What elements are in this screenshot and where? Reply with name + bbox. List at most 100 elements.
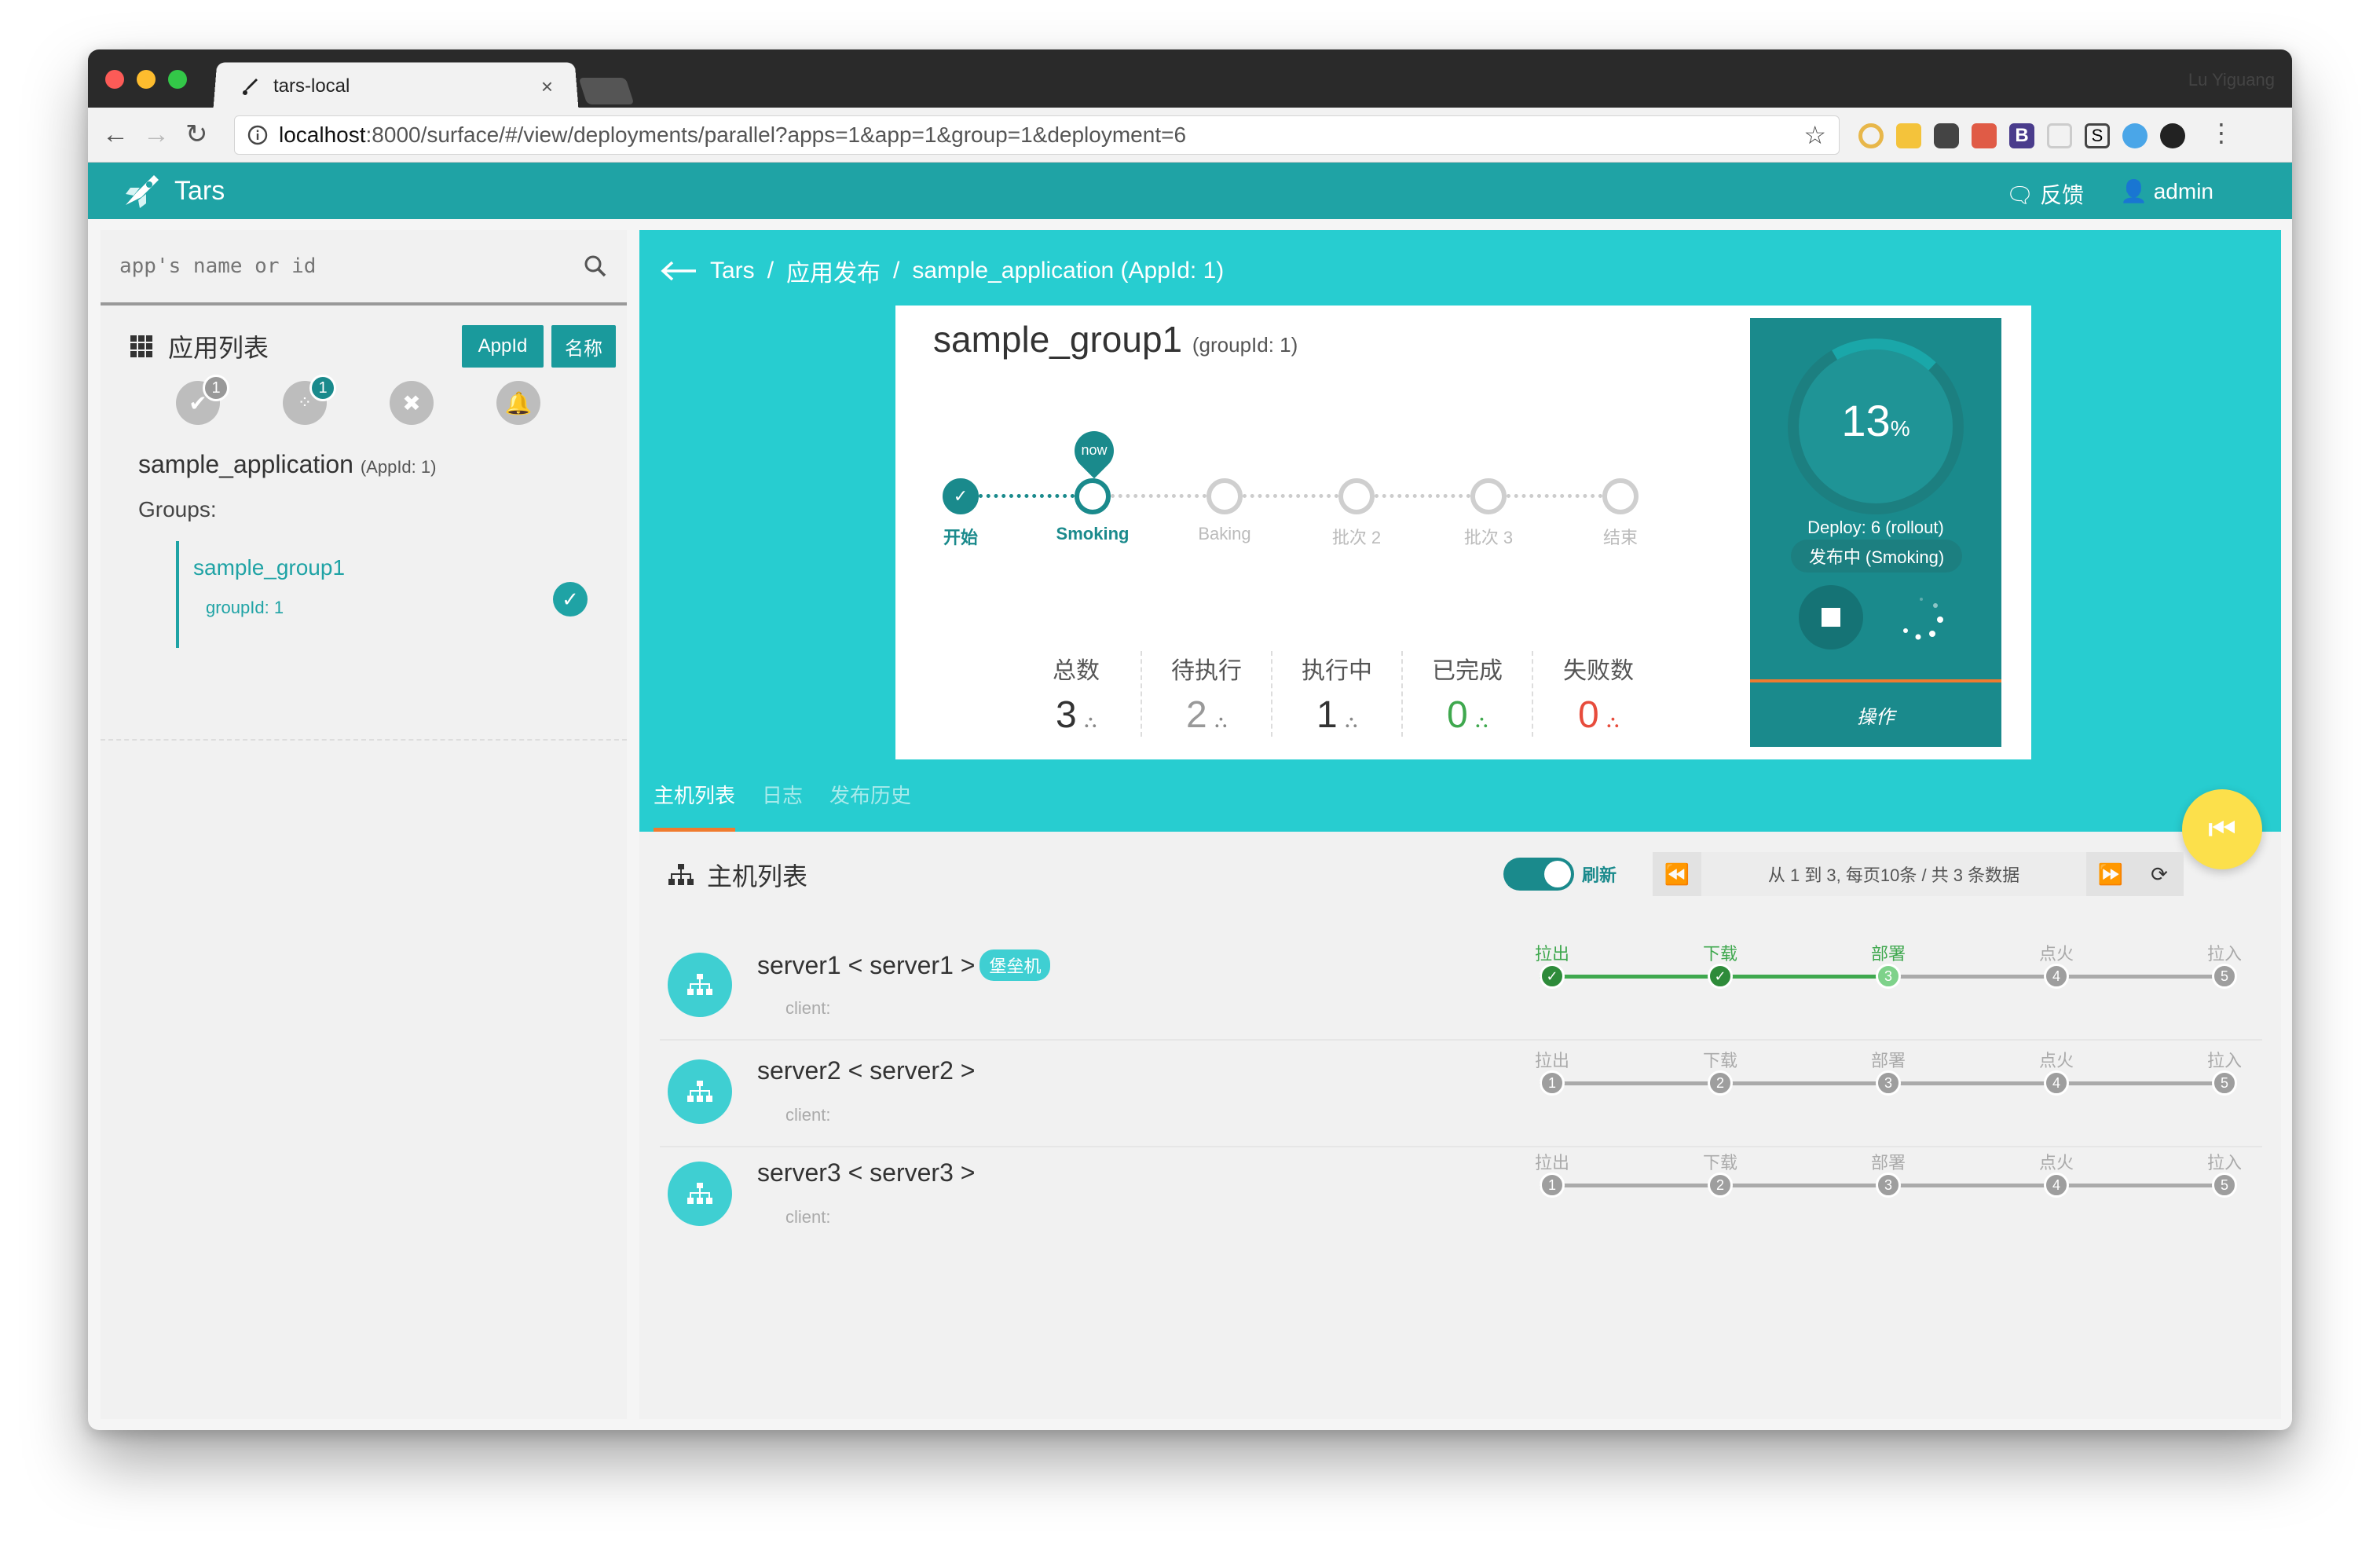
stage-node[interactable]: 1: [1540, 1070, 1565, 1096]
app-entry[interactable]: sample_application (AppId: 1): [138, 450, 436, 479]
refresh-icon: ⟳: [2151, 862, 2168, 886]
browser-tab[interactable]: tars-local ×: [223, 65, 569, 108]
extension-note-icon[interactable]: [1896, 123, 1921, 148]
stage-node[interactable]: 2: [1708, 1173, 1733, 1198]
auto-refresh-toggle[interactable]: [1503, 858, 1574, 891]
stage-node[interactable]: 5: [2212, 1070, 2237, 1096]
reload-list-button[interactable]: ⟳: [2135, 852, 2184, 896]
step-label: 批次 3: [1463, 528, 1514, 547]
stage-node[interactable]: 5: [2212, 1173, 2237, 1198]
stage-label: 部署: [1870, 944, 1906, 964]
step-end[interactable]: [1602, 478, 1639, 514]
step-batch2[interactable]: [1338, 478, 1375, 514]
minimize-window-button[interactable]: [137, 70, 156, 89]
stage-node[interactable]: 4: [2044, 964, 2069, 989]
tab-title: tars-local: [273, 75, 350, 97]
info-icon[interactable]: [247, 125, 268, 145]
tab-close-icon[interactable]: ×: [541, 75, 553, 99]
group-id: groupId: 1: [206, 598, 284, 617]
extension-s-icon[interactable]: S: [2085, 123, 2110, 148]
step-batch3[interactable]: [1470, 478, 1507, 514]
stop-button[interactable]: [1799, 585, 1863, 649]
status-filters: ✔ 1 ⁘ 1 ✖ 🔔: [176, 375, 540, 425]
user-name: admin: [2153, 179, 2213, 203]
server-avatar: [668, 1059, 732, 1124]
step-smoking[interactable]: [1075, 478, 1111, 514]
close-window-button[interactable]: [105, 70, 124, 89]
sort-name-button[interactable]: 名称: [551, 325, 616, 368]
filter-success[interactable]: ✔ 1: [176, 375, 229, 425]
breadcrumb-deploy[interactable]: 应用发布: [786, 254, 881, 288]
server-name-line: server3 < server3 >: [757, 1158, 975, 1187]
server-name-line: server2 < server2 >: [757, 1056, 975, 1085]
user-menu[interactable]: 👤 admin: [2120, 178, 2213, 210]
tab-host-list[interactable]: 主机列表: [654, 780, 736, 832]
server-row[interactable]: server2 < server2 > client: 拉出 下载 部署 点火 …: [660, 1047, 2262, 1147]
sort-appid-button[interactable]: AppId: [462, 325, 544, 368]
extension-circle-icon[interactable]: [1858, 123, 1884, 148]
feedback-link[interactable]: 🗨 反馈: [2006, 178, 2084, 210]
stat-label: 失败数: [1563, 658, 1634, 684]
extension-compass-icon[interactable]: [2122, 123, 2147, 148]
rollback-button[interactable]: ⏮: [2182, 789, 2262, 869]
url-host: localhost: [279, 123, 366, 147]
address-bar[interactable]: localhost:8000/surface/#/view/deployment…: [234, 115, 1840, 155]
stage-node[interactable]: 4: [2044, 1173, 2069, 1198]
stage-node[interactable]: 1: [1540, 1173, 1565, 1198]
filter-running[interactable]: ⁘ 1: [283, 375, 336, 425]
back-arrow-icon[interactable]: [660, 259, 698, 283]
tab-logs[interactable]: 日志: [762, 780, 803, 832]
stage-node[interactable]: 4: [2044, 1070, 2069, 1096]
stat-value: 2: [1185, 694, 1207, 736]
pager-info: 从 1 到 3, 每页10条 / 共 3 条数据: [1701, 852, 2087, 896]
extension-grid-icon[interactable]: [1972, 123, 1997, 148]
group-item[interactable]: sample_group1 groupId: 1 ✓: [176, 541, 616, 648]
new-tab-button[interactable]: [578, 78, 635, 104]
stat-value-wrap: 2 ⛬: [1142, 693, 1271, 737]
stage-node[interactable]: 2: [1708, 1070, 1733, 1096]
stage-node[interactable]: 3: [1876, 1070, 1901, 1096]
browser-profile-name[interactable]: Lu Yiguang: [2188, 70, 2275, 90]
stage-node[interactable]: 3: [1876, 964, 1901, 989]
app-header: Tars 🗨 反馈 👤 admin: [88, 163, 2292, 219]
reload-icon[interactable]: ↻: [185, 119, 208, 150]
next-page-button[interactable]: ⏩: [2086, 852, 2136, 896]
stage-node-check-icon[interactable]: ✓: [1540, 964, 1565, 989]
filter-alert[interactable]: 🔔: [496, 381, 540, 425]
server-row[interactable]: server3 < server3 > client: 拉出 下载 部署 点火 …: [660, 1149, 2262, 1249]
group-status-check-icon: ✓: [553, 582, 588, 617]
deploy-status: 发布中 (Smoking): [1791, 540, 1962, 573]
search-input[interactable]: [119, 254, 583, 278]
tab-history[interactable]: 发布历史: [829, 780, 911, 832]
browser-menu-icon[interactable]: ⋮: [2209, 117, 2234, 148]
server-pipeline: 拉出 下载 部署 点火 拉入 1 2 3 4 5: [1524, 1149, 2246, 1204]
stage-node[interactable]: 5: [2212, 964, 2237, 989]
server-row[interactable]: server1 < server1 > 堡垒机 client: 拉出 下载 部署 …: [660, 940, 2262, 1041]
pocket-icon[interactable]: [1934, 123, 1959, 148]
stage-label: 拉入: [2206, 1051, 2242, 1070]
extension-avatar-icon[interactable]: [2160, 123, 2185, 148]
stage-node-check-icon[interactable]: ✓: [1708, 964, 1733, 989]
bootstrap-icon[interactable]: B: [2009, 123, 2034, 148]
forward-arrow-icon[interactable]: →: [143, 119, 170, 150]
filter-failed[interactable]: ✖: [390, 381, 434, 425]
prev-page-button[interactable]: ⏪: [1653, 852, 1702, 896]
batch-stepper: now ✓ 开始 Smoking Baking 批次 2 批次 3 结束: [943, 423, 1650, 557]
stage-node[interactable]: 3: [1876, 1173, 1901, 1198]
shield-icon[interactable]: [2047, 123, 2072, 148]
search-icon[interactable]: [583, 254, 608, 279]
back-arrow-icon[interactable]: ←: [102, 119, 129, 150]
step-label: 批次 2: [1331, 528, 1382, 547]
step-start[interactable]: ✓: [943, 478, 979, 514]
brand[interactable]: Tars: [119, 170, 225, 211]
maximize-window-button[interactable]: [168, 70, 187, 89]
breadcrumb-tars[interactable]: Tars: [710, 258, 755, 284]
step-baking[interactable]: [1206, 478, 1243, 514]
operate-button[interactable]: 操作: [1750, 679, 2001, 747]
bookmark-star-icon[interactable]: ☆: [1803, 120, 1826, 150]
stop-icon: [1822, 608, 1840, 627]
backward-icon: ⏪: [1664, 862, 1690, 886]
browser-tabbar: tars-local × Lu Yiguang: [88, 49, 2292, 108]
stat-total: 总数 3 ⛬: [1012, 651, 1142, 737]
close-icon: ✖: [402, 390, 421, 415]
